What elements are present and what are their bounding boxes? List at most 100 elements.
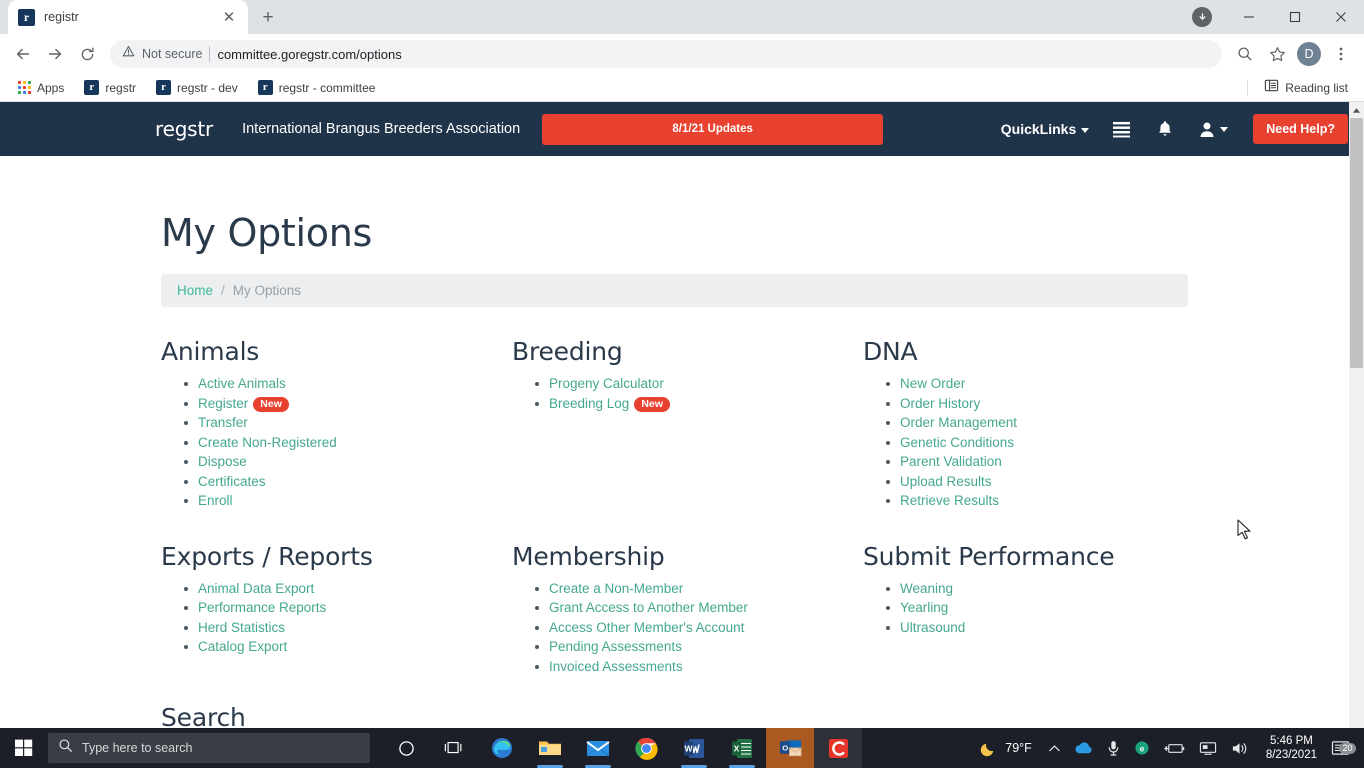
- list-item: Breeding Log New: [532, 396, 863, 412]
- link-create-non-registered[interactable]: Create Non-Registered: [198, 435, 337, 450]
- task-view-icon[interactable]: [430, 728, 478, 768]
- minimize-icon[interactable]: [1226, 0, 1272, 34]
- chrome-icon[interactable]: [622, 728, 670, 768]
- moon-icon[interactable]: [972, 739, 1005, 758]
- avatar[interactable]: D: [1297, 42, 1321, 66]
- link-breeding-log[interactable]: Breeding Log: [549, 396, 629, 411]
- window-controls: [1192, 0, 1364, 34]
- link-parent-validation[interactable]: Parent Validation: [900, 454, 1002, 469]
- reading-list-button[interactable]: Reading list: [1256, 75, 1356, 101]
- bookmark-favicon-icon: r: [84, 80, 100, 95]
- maximize-icon[interactable]: [1272, 0, 1318, 34]
- taskbar-clock[interactable]: 5:46 PM 8/23/2021: [1256, 734, 1327, 762]
- reload-icon[interactable]: [72, 39, 102, 69]
- link-dispose[interactable]: Dispose: [198, 454, 247, 469]
- bookmark-label: regstr - dev: [177, 80, 238, 95]
- breadcrumb-current: My Options: [232, 283, 302, 298]
- page-viewport: regstr International Brangus Breeders As…: [0, 102, 1364, 728]
- link-access-other-members-account[interactable]: Access Other Member's Account: [549, 620, 744, 635]
- search-icon[interactable]: [1230, 39, 1260, 69]
- app-brand-logo[interactable]: regstr: [155, 117, 213, 141]
- word-icon[interactable]: W: [670, 728, 718, 768]
- speaker-icon[interactable]: [1224, 741, 1256, 756]
- plus-icon[interactable]: +: [254, 3, 282, 31]
- close-icon[interactable]: [1318, 0, 1364, 34]
- address-bar[interactable]: Not secure committee.goregstr.com/option…: [110, 40, 1222, 68]
- link-create-a-non-member[interactable]: Create a Non-Member: [549, 581, 683, 596]
- link-register[interactable]: Register: [198, 396, 248, 411]
- user-account-icon[interactable]: [1186, 121, 1241, 138]
- bell-icon[interactable]: [1144, 120, 1186, 138]
- link-performance-reports[interactable]: Performance Reports: [198, 600, 326, 615]
- link-order-history[interactable]: Order History: [900, 396, 980, 411]
- link-order-management[interactable]: Order Management: [900, 415, 1017, 430]
- link-new-order[interactable]: New Order: [900, 376, 965, 391]
- bookmark-regstr[interactable]: r regstr: [76, 77, 144, 98]
- scrollbar-thumb[interactable]: [1350, 118, 1363, 368]
- chevron-up-icon[interactable]: [1042, 744, 1067, 753]
- reading-list-area: Reading list: [1247, 75, 1356, 101]
- breadcrumb-home-link[interactable]: Home: [177, 283, 213, 298]
- list-item: Register New: [181, 396, 512, 412]
- quicklinks-dropdown[interactable]: QuickLinks: [991, 121, 1099, 137]
- url-text[interactable]: committee.goregstr.com/options: [217, 47, 401, 62]
- section-link-list: Animal Data Export Performance Reports H…: [181, 581, 512, 656]
- section-title: Search: [161, 703, 246, 728]
- forward-arrow-icon[interactable]: [40, 39, 70, 69]
- page-title: My Options: [161, 211, 372, 255]
- browser-tab[interactable]: r registr ✕: [8, 0, 248, 34]
- excel-icon[interactable]: X: [718, 728, 766, 768]
- outlook-icon[interactable]: O: [766, 728, 814, 768]
- link-grant-access-to-another-member[interactable]: Grant Access to Another Member: [549, 600, 748, 615]
- three-dot-menu-icon[interactable]: [1326, 39, 1356, 69]
- bookmark-regstr-committee[interactable]: r regstr - committee: [250, 77, 384, 98]
- link-catalog-export[interactable]: Catalog Export: [198, 639, 287, 654]
- list-item: Herd Statistics: [181, 620, 512, 636]
- link-ultrasound[interactable]: Ultrasound: [900, 620, 965, 635]
- file-explorer-icon[interactable]: [526, 728, 574, 768]
- section-link-list: New Order Order History Order Management…: [883, 376, 1188, 509]
- list-item: Catalog Export: [181, 639, 512, 655]
- bookmark-regstr-dev[interactable]: r regstr - dev: [148, 77, 246, 98]
- link-animal-data-export[interactable]: Animal Data Export: [198, 581, 314, 596]
- link-certificates[interactable]: Certificates: [198, 474, 266, 489]
- link-progeny-calculator[interactable]: Progeny Calculator: [549, 376, 664, 391]
- security-status-label: Not secure: [142, 47, 203, 61]
- page-scrollbar[interactable]: [1349, 102, 1364, 728]
- taskbar-search-input[interactable]: Type here to search: [48, 733, 370, 763]
- cloud-icon[interactable]: [1067, 741, 1100, 755]
- link-genetic-conditions[interactable]: Genetic Conditions: [900, 435, 1014, 450]
- network-display-icon[interactable]: [1192, 741, 1224, 756]
- link-enroll[interactable]: Enroll: [198, 493, 233, 508]
- action-center-icon[interactable]: 20: [1327, 740, 1358, 757]
- list-item: Enroll: [181, 493, 512, 509]
- link-invoiced-assessments[interactable]: Invoiced Assessments: [549, 659, 683, 674]
- link-retrieve-results[interactable]: Retrieve Results: [900, 493, 999, 508]
- svg-text:W: W: [684, 743, 693, 753]
- temperature-label[interactable]: 79°F: [1005, 741, 1042, 755]
- star-icon[interactable]: [1262, 39, 1292, 69]
- microphone-icon[interactable]: [1100, 740, 1127, 757]
- link-weaning[interactable]: Weaning: [900, 581, 953, 596]
- hamburger-menu-icon[interactable]: [1099, 121, 1144, 138]
- link-yearling[interactable]: Yearling: [900, 600, 948, 615]
- windows-start-icon[interactable]: [0, 728, 48, 768]
- back-arrow-icon[interactable]: [8, 39, 38, 69]
- close-icon[interactable]: ✕: [220, 8, 238, 26]
- link-active-animals[interactable]: Active Animals: [198, 376, 286, 391]
- link-transfer[interactable]: Transfer: [198, 415, 248, 430]
- shield-green-icon[interactable]: e: [1127, 740, 1157, 756]
- link-upload-results[interactable]: Upload Results: [900, 474, 992, 489]
- need-help-button[interactable]: Need Help?: [1253, 114, 1348, 144]
- scroll-up-arrow-icon[interactable]: [1349, 102, 1364, 118]
- link-pending-assessments[interactable]: Pending Assessments: [549, 639, 682, 654]
- downloads-icon[interactable]: [1192, 7, 1212, 27]
- mail-icon[interactable]: [574, 728, 622, 768]
- edge-icon[interactable]: [478, 728, 526, 768]
- link-herd-statistics[interactable]: Herd Statistics: [198, 620, 285, 635]
- camtasia-icon[interactable]: [814, 728, 862, 768]
- cortana-icon[interactable]: [382, 728, 430, 768]
- updates-banner-button[interactable]: 8/1/21 Updates: [542, 113, 884, 145]
- apps-shortcut[interactable]: Apps: [10, 78, 72, 98]
- battery-icon[interactable]: [1157, 742, 1192, 755]
